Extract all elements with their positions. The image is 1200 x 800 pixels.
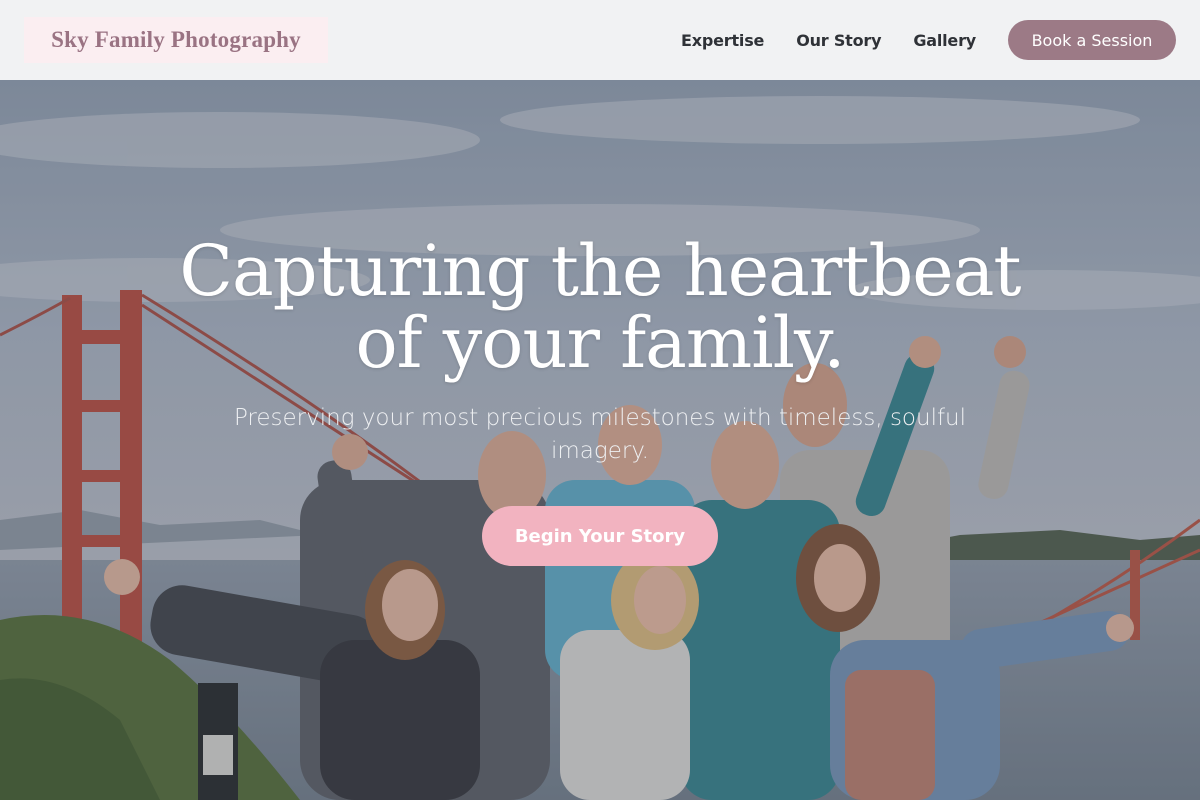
nav-link-gallery[interactable]: Gallery xyxy=(913,31,976,50)
hero-title-line-2: of your family. xyxy=(355,302,845,384)
main-nav: Expertise Our Story Gallery Book a Sessi… xyxy=(681,20,1176,60)
begin-story-button[interactable]: Begin Your Story xyxy=(482,506,718,566)
hero-subtitle: Preserving your most precious milestones… xyxy=(233,405,967,464)
site-header: Sky Family Photography Expertise Our Sto… xyxy=(0,0,1200,80)
nav-link-expertise[interactable]: Expertise xyxy=(681,31,764,50)
hero-title: Capturing the heartbeat of your family. xyxy=(150,235,1050,379)
nav-link-our-story[interactable]: Our Story xyxy=(796,31,881,50)
book-session-button[interactable]: Book a Session xyxy=(1008,20,1176,60)
logo-text: Sky Family Photography xyxy=(51,27,301,52)
logo[interactable]: Sky Family Photography xyxy=(24,17,328,63)
hero-section: Capturing the heartbeat of your family. … xyxy=(0,80,1200,800)
hero-title-line-1: Capturing the heartbeat xyxy=(179,230,1021,312)
